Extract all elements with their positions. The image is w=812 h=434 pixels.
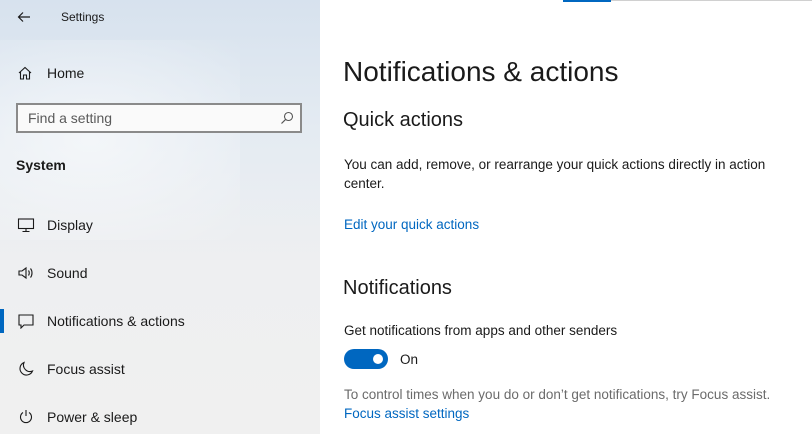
notifications-toggle-label: Get notifications from apps and other se… bbox=[344, 323, 618, 338]
monitor-icon bbox=[17, 216, 35, 234]
toggle-knob bbox=[373, 354, 383, 364]
toggle-state-label: On bbox=[400, 352, 419, 367]
message-icon bbox=[17, 312, 35, 330]
back-button[interactable] bbox=[10, 6, 38, 28]
home-label: Home bbox=[47, 65, 85, 81]
sidebar-item-label: Power & sleep bbox=[47, 409, 138, 425]
sidebar: Settings Home System Display bbox=[0, 0, 320, 434]
search-input[interactable] bbox=[18, 105, 278, 131]
sidebar-item-sound[interactable]: Sound bbox=[0, 253, 320, 293]
sidebar-item-label: Sound bbox=[47, 265, 88, 281]
top-scroll-track bbox=[611, 0, 812, 1]
back-arrow-icon bbox=[17, 12, 30, 22]
home-icon bbox=[17, 65, 33, 81]
sidebar-item-notifications[interactable]: Notifications & actions bbox=[0, 301, 320, 341]
page-title: Notifications & actions bbox=[343, 56, 619, 87]
app-title: Settings bbox=[61, 10, 105, 24]
section-label-system: System bbox=[16, 157, 66, 173]
title-bar: Settings bbox=[0, 0, 320, 34]
sidebar-item-focus-assist[interactable]: Focus assist bbox=[0, 349, 320, 389]
power-icon bbox=[17, 408, 35, 426]
sidebar-item-label: Notifications & actions bbox=[47, 313, 185, 329]
quick-actions-description: You can add, remove, or rearrange your q… bbox=[344, 157, 766, 191]
notifications-heading: Notifications bbox=[343, 277, 452, 299]
sidebar-item-label: Focus assist bbox=[47, 361, 125, 377]
quick-actions-heading: Quick actions bbox=[343, 109, 464, 131]
search-box[interactable] bbox=[16, 103, 302, 133]
notifications-toggle[interactable] bbox=[344, 349, 388, 369]
moon-icon bbox=[17, 360, 35, 378]
sidebar-item-label: Display bbox=[47, 217, 93, 233]
sidebar-item-home[interactable]: Home bbox=[0, 58, 320, 88]
focus-assist-settings-link[interactable]: Focus assist settings bbox=[344, 406, 469, 421]
sidebar-item-display[interactable]: Display bbox=[0, 205, 320, 245]
search-icon[interactable] bbox=[279, 110, 295, 126]
edit-quick-actions-link[interactable]: Edit your quick actions bbox=[344, 217, 479, 232]
sidebar-item-power-sleep[interactable]: Power & sleep bbox=[0, 397, 320, 434]
focus-assist-hint: To control times when you do or don’t ge… bbox=[344, 387, 771, 402]
top-scroll-indicator bbox=[563, 0, 611, 2]
speaker-icon bbox=[17, 264, 35, 282]
